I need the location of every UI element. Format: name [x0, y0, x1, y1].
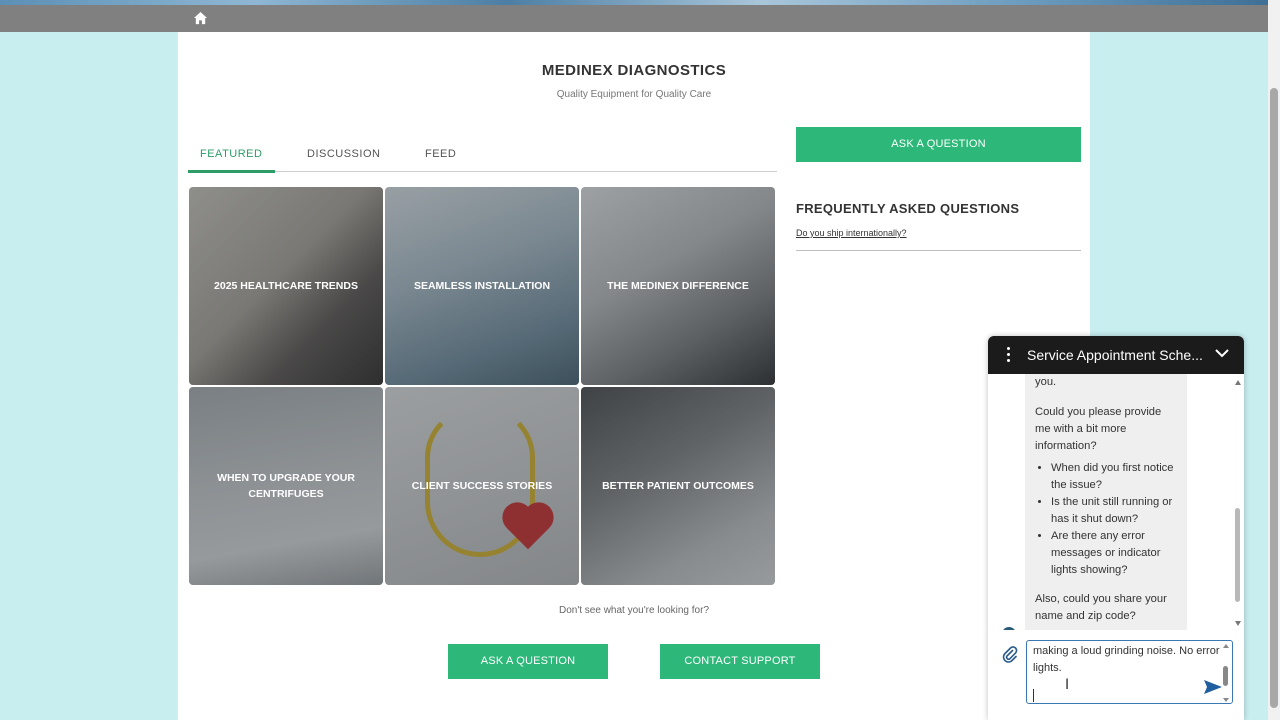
scroll-up-arrow[interactable] [1235, 380, 1241, 385]
input-scroll-up[interactable] [1223, 644, 1229, 648]
chat-input-text: making a loud grinding noise. No error l… [1033, 645, 1220, 674]
input-scrollbar[interactable] [1223, 644, 1229, 702]
text-caret [1033, 689, 1034, 702]
tile-seamless-installation[interactable]: SEAMLESS INSTALLATION [385, 187, 579, 385]
chevron-down-icon[interactable] [1214, 346, 1230, 360]
not-found-text: Don't see what you're looking for? [558, 605, 709, 616]
chat-message-input[interactable]: making a loud grinding noise. No error l… [1026, 640, 1233, 704]
brand-title: MEDINEX DIAGNOSTICS [541, 62, 727, 79]
chat-messages[interactable]: you. Could you please provide me with a … [988, 374, 1244, 630]
chat-scrollbar-thumb[interactable] [1235, 508, 1240, 602]
tile-medinex-difference[interactable]: THE MEDINEX DIFFERENCE [581, 187, 775, 385]
page-content: MEDINEX DIAGNOSTICS Quality Equipment fo… [178, 32, 1090, 720]
input-scrollbar-thumb[interactable] [1223, 666, 1228, 686]
tab-discussion[interactable]: DISCUSSION [307, 148, 380, 160]
tile-healthcare-trends[interactable]: 2025 HEALTHCARE TRENDS [189, 187, 383, 385]
message-lead: you. [1035, 376, 1057, 388]
message-followup: Also, could you share your name and zip … [1035, 593, 1167, 622]
tab-feed[interactable]: FEED [425, 148, 456, 160]
tile-label: 2025 HEALTHCARE TRENDS [214, 280, 358, 292]
message-bullets: When did you first notice the issue? Is … [1051, 460, 1177, 579]
chat-title: Service Appointment Sche... [1027, 347, 1203, 363]
tile-label: THE MEDINEX DIFFERENCE [607, 280, 749, 292]
tile-client-success[interactable]: CLIENT SUCCESS STORIES [385, 387, 579, 585]
more-options-icon[interactable] [1003, 347, 1013, 363]
content-tabs: FEATURED DISCUSSION FEED [188, 144, 777, 173]
paperclip-icon[interactable] [1001, 645, 1019, 663]
home-icon[interactable] [193, 11, 208, 26]
chat-header: Service Appointment Sche... [988, 336, 1244, 374]
bullet-item: When did you first notice the issue? [1051, 460, 1177, 494]
chat-widget: Service Appointment Sche... you. Could y… [988, 336, 1244, 720]
tile-upgrade-centrifuges[interactable]: WHEN TO UPGRADE YOUR CENTRIFUGES [189, 387, 383, 585]
brand-subtitle: Quality Equipment for Quality Care [556, 89, 712, 100]
ask-question-button-bottom[interactable]: ASK A QUESTION [448, 644, 608, 679]
agent-avatar [1002, 627, 1016, 630]
contact-support-button[interactable]: CONTACT SUPPORT [660, 644, 820, 679]
chat-scrollbar[interactable] [1234, 380, 1242, 626]
tile-patient-outcomes[interactable]: BETTER PATIENT OUTCOMES [581, 387, 775, 585]
scroll-down-arrow[interactable] [1235, 621, 1241, 626]
bullet-item: Is the unit still running or has it shut… [1051, 494, 1177, 528]
text-cursor-icon: I [1065, 677, 1070, 693]
faq-divider [796, 250, 1081, 251]
send-icon[interactable] [1203, 679, 1223, 695]
tile-label: BETTER PATIENT OUTCOMES [602, 480, 754, 492]
agent-message: you. Could you please provide me with a … [1025, 374, 1187, 630]
tile-label: WHEN TO UPGRADE YOUR CENTRIFUGES [217, 472, 355, 500]
message-question: Could you please provide me with a bit m… [1035, 406, 1162, 452]
ask-question-button[interactable]: ASK A QUESTION [796, 127, 1081, 162]
top-nav-bar [0, 5, 1268, 32]
page-scrollbar-thumb[interactable] [1270, 88, 1278, 708]
input-scroll-down[interactable] [1223, 698, 1229, 702]
page-scrollbar[interactable] [1268, 0, 1280, 720]
faq-title: FREQUENTLY ASKED QUESTIONS [796, 201, 1020, 216]
bullet-item: Are there any error messages or indicato… [1051, 528, 1177, 579]
tile-label: SEAMLESS INSTALLATION [413, 280, 551, 292]
faq-item-ship-internationally[interactable]: Do you ship internationally? [796, 228, 907, 238]
tab-featured[interactable]: FEATURED [200, 148, 262, 160]
active-tab-indicator [188, 170, 275, 173]
tile-label: CLIENT SUCCESS STORIES [411, 480, 553, 492]
